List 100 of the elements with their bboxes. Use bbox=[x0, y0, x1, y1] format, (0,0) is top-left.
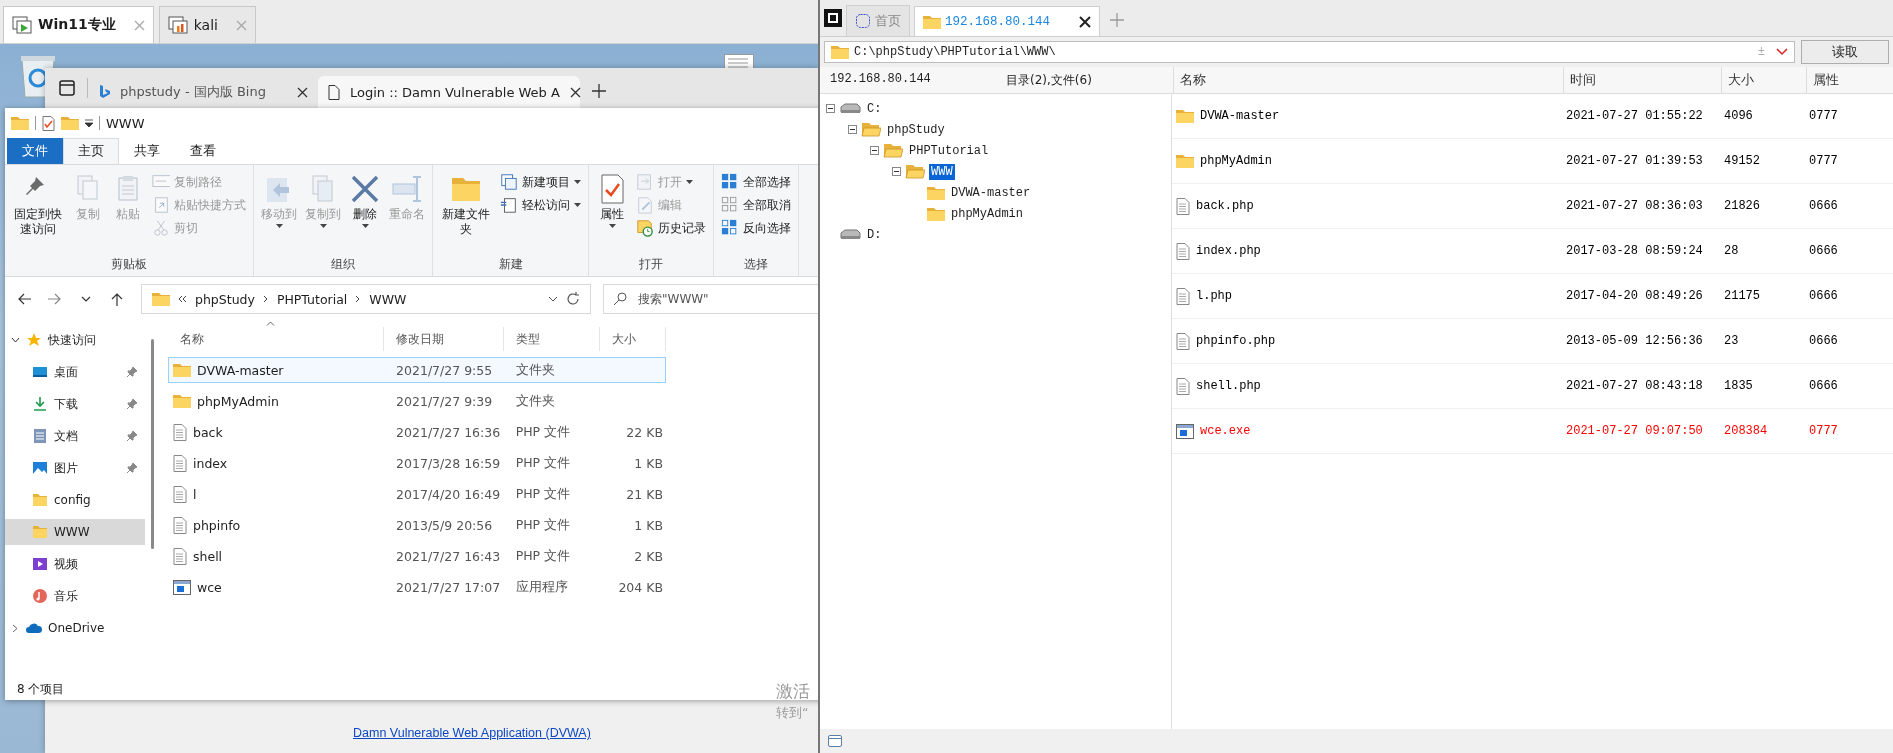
nav-item[interactable]: 下载 bbox=[5, 391, 145, 417]
logo-icon bbox=[824, 9, 842, 27]
desktop-icon bbox=[32, 364, 48, 380]
column-header[interactable]: 大小 bbox=[600, 327, 666, 351]
ribbon-command[interactable]: 新建文件夹 bbox=[437, 169, 495, 254]
collapse-box-icon bbox=[826, 104, 835, 113]
vm-tab[interactable]: Win11专业 bbox=[3, 6, 154, 43]
expand-icon bbox=[11, 337, 20, 343]
dropdown-icon bbox=[1776, 48, 1788, 56]
column-header[interactable]: 时间 bbox=[1563, 67, 1721, 93]
tree-node[interactable]: DVWA-master bbox=[820, 182, 1171, 203]
back-icon[interactable] bbox=[17, 292, 31, 306]
column-header[interactable]: 名称 bbox=[1173, 67, 1563, 93]
file-row[interactable]: shell.php 2021-07-27 08:43:18 1835 0666 bbox=[1172, 364, 1893, 409]
tree-node[interactable]: phpStudy bbox=[820, 119, 1171, 140]
ribbon-command[interactable]: 全部选择 bbox=[718, 171, 794, 193]
path-field[interactable]: C:\phpStudy\PHPTutorial\WWW\ ± bbox=[824, 41, 1795, 63]
select-all-icon bbox=[721, 173, 739, 191]
nav-item[interactable]: 桌面 bbox=[5, 359, 145, 385]
breadcrumb-item[interactable]: phpStudy bbox=[195, 291, 255, 307]
file-row[interactable]: l 2017/4/20 16:49 PHP 文件 21 KB bbox=[168, 481, 666, 507]
column-header[interactable]: 大小 bbox=[1721, 67, 1806, 93]
file-row[interactable]: DVWA-master 2021-07-27 01:55:22 4096 0777 bbox=[1172, 94, 1893, 139]
nav-item[interactable]: OneDrive bbox=[5, 615, 145, 641]
pin-icon bbox=[127, 367, 137, 377]
history-icon bbox=[636, 219, 654, 237]
search-field[interactable]: 搜索"WWW" bbox=[603, 284, 818, 314]
tree-node[interactable]: phpMyAdmin bbox=[820, 203, 1171, 224]
nav-item[interactable]: WWW bbox=[5, 519, 145, 545]
table-cell: 2021/7/27 16:43 bbox=[396, 548, 501, 564]
folder-icon bbox=[32, 524, 48, 540]
pin-icon bbox=[127, 431, 137, 441]
nav-item[interactable]: 音乐 bbox=[5, 583, 145, 609]
table-cell: PHP 文件 bbox=[515, 454, 571, 472]
table-cell: 2017-04-20 08:49:26 bbox=[1566, 289, 1703, 303]
ribbon-tab[interactable]: 查看 bbox=[175, 138, 231, 164]
ribbon-tab[interactable]: 文件 bbox=[7, 138, 63, 164]
tree-node[interactable]: PHPTutorial bbox=[820, 140, 1171, 161]
browser-tab[interactable]: Login :: Damn Vulnerable Web A bbox=[318, 76, 580, 108]
file-row[interactable]: index 2017/3/28 16:59 PHP 文件 1 KB bbox=[168, 450, 666, 476]
nav-item[interactable]: 文档 bbox=[5, 423, 145, 449]
up-icon[interactable] bbox=[110, 292, 124, 306]
nav-item[interactable]: 视频 bbox=[5, 551, 145, 577]
table-cell: 204 KB bbox=[618, 579, 663, 595]
shortcut-icon bbox=[152, 196, 170, 214]
file-row[interactable]: phpMyAdmin 2021/7/27 9:39 文件夹 bbox=[168, 388, 666, 414]
file-row[interactable]: index.php 2017-03-28 08:59:24 28 0666 bbox=[1172, 229, 1893, 274]
nav-item[interactable]: config bbox=[5, 487, 145, 513]
ribbon-command[interactable]: 历史记录 bbox=[633, 217, 709, 239]
ribbon-command[interactable]: 属性 bbox=[593, 169, 631, 254]
file-row[interactable]: wce 2021/7/27 17:07 应用程序 204 KB bbox=[168, 574, 666, 600]
tree-node[interactable]: WWW bbox=[820, 161, 1171, 182]
ribbon-tab[interactable]: 主页 bbox=[63, 138, 119, 164]
breadcrumb-item[interactable]: PHPTutorial bbox=[276, 291, 348, 307]
ribbon-command[interactable]: 新建项目 bbox=[497, 171, 584, 193]
file-row[interactable]: phpinfo.php 2013-05-09 12:56:36 23 0666 bbox=[1172, 319, 1893, 364]
picture-icon bbox=[32, 460, 48, 476]
file-row[interactable]: DVWA-master 2021/7/27 9:55 文件夹 bbox=[168, 357, 666, 383]
ribbon-command[interactable]: 固定到快速访问 bbox=[9, 169, 67, 254]
address-bar[interactable]: phpStudy PHPTutorial WWW bbox=[141, 284, 591, 314]
nav-item[interactable]: 快速访问 bbox=[5, 327, 145, 353]
footer-link[interactable]: Damn Vulnerable Web Application (DVWA) bbox=[353, 726, 591, 740]
vm-tab[interactable]: kali bbox=[158, 6, 256, 43]
file-icon bbox=[173, 516, 187, 534]
file-row[interactable]: l.php 2017-04-20 08:49:26 21175 0666 bbox=[1172, 274, 1893, 319]
folder-icon bbox=[923, 14, 941, 29]
column-header[interactable]: 名称 bbox=[168, 327, 384, 351]
file-row[interactable]: back 2021/7/27 16:36 PHP 文件 22 KB bbox=[168, 419, 666, 445]
tree-node[interactable]: D: bbox=[820, 224, 1171, 245]
window-title: WWW bbox=[106, 115, 145, 131]
column-header[interactable]: 修改日期 bbox=[384, 327, 504, 351]
breadcrumb-item[interactable]: WWW bbox=[369, 291, 407, 307]
column-header[interactable]: 属性 bbox=[1806, 67, 1890, 93]
file-row[interactable]: shell 2021/7/27 16:43 PHP 文件 2 KB bbox=[168, 543, 666, 569]
read-button[interactable]: 读取 bbox=[1801, 40, 1889, 64]
collapse-icon bbox=[11, 623, 20, 633]
collapse-box-icon bbox=[870, 146, 879, 155]
file-row[interactable]: phpinfo 2013/5/9 20:56 PHP 文件 1 KB bbox=[168, 512, 666, 538]
file-row[interactable]: back.php 2021-07-27 08:36:03 21826 0666 bbox=[1172, 184, 1893, 229]
file-row[interactable]: wce.exe 2021-07-27 09:07:50 208384 0777 bbox=[1172, 409, 1893, 454]
scrollbar[interactable] bbox=[151, 339, 154, 549]
table-cell: PHP 文件 bbox=[515, 423, 571, 441]
ribbon-command[interactable]: 全部取消 bbox=[718, 194, 794, 216]
tab[interactable]: 192.168.80.144 bbox=[914, 6, 1100, 36]
column-header[interactable]: 类型 bbox=[504, 327, 600, 351]
table-cell: 21175 bbox=[1724, 289, 1760, 303]
browser-tab[interactable]: phpstudy - 国内版 Bing bbox=[88, 76, 318, 108]
document-icon bbox=[32, 428, 48, 444]
chevron-icon bbox=[262, 295, 269, 303]
file-row[interactable]: phpMyAdmin 2021-07-27 01:39:53 49152 0777 bbox=[1172, 139, 1893, 184]
ribbon-command[interactable]: 反向选择 bbox=[718, 217, 794, 239]
ribbon-command[interactable]: 轻松访问 bbox=[497, 194, 584, 216]
forward-icon[interactable] bbox=[48, 292, 62, 306]
table-cell: 0777 bbox=[1809, 109, 1838, 123]
tree-node[interactable]: C: bbox=[820, 98, 1171, 119]
ribbon-tab[interactable]: 共享 bbox=[119, 138, 175, 164]
close-icon bbox=[569, 86, 581, 98]
plus-icon[interactable] bbox=[592, 84, 606, 98]
ribbon-command[interactable]: 删除 bbox=[346, 169, 384, 254]
nav-item[interactable]: 图片 bbox=[5, 455, 145, 481]
